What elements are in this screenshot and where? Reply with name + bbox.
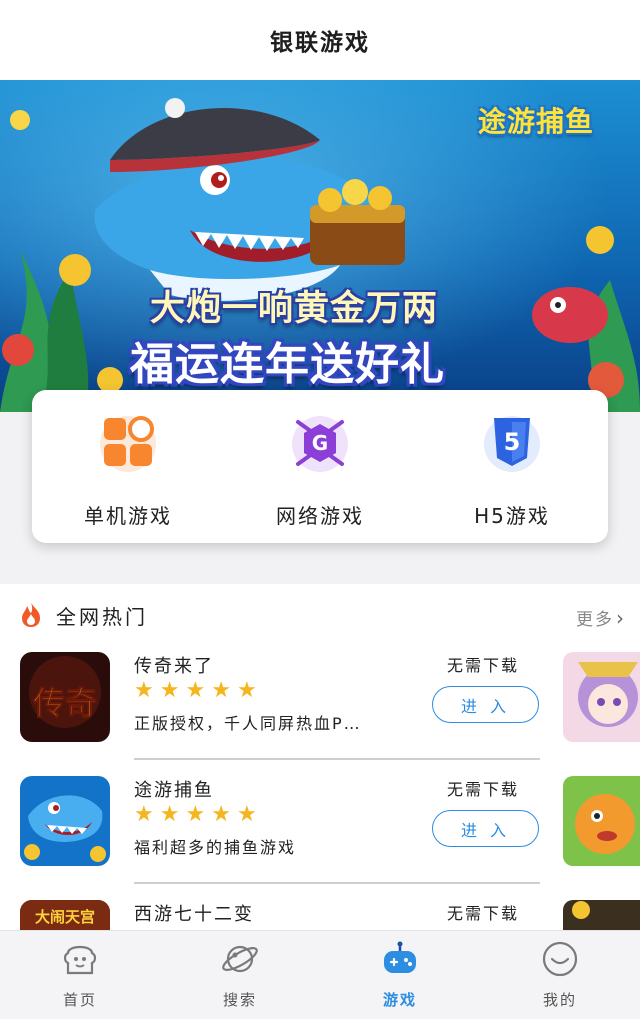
enter-button[interactable]: 进 入 bbox=[432, 686, 539, 723]
banner-slogan-1: 大炮一响黄金万两 bbox=[150, 289, 439, 329]
star-icon: ★ bbox=[211, 678, 231, 703]
g-badge-icon: G bbox=[290, 412, 350, 472]
game-thumbnail[interactable] bbox=[563, 652, 640, 742]
svg-text:5: 5 bbox=[504, 428, 521, 456]
promo-banner[interactable]: 途游捕鱼 大炮一响黄金万两 福运连年送好礼 bbox=[0, 80, 640, 412]
list-item[interactable]: 传奇 传奇来了 ★ ★ ★ ★ ★ 正版授权，千人同屏热血P… 无需下载 进 入 bbox=[0, 642, 640, 766]
page-title: 银联游戏 bbox=[270, 30, 370, 56]
category-card: 单机游戏 G 网络游戏 5 H5游戏 bbox=[32, 390, 608, 543]
star-icon: ★ bbox=[134, 802, 154, 827]
tab-label: 游戏 bbox=[382, 991, 417, 1009]
app-header: 银联游戏 bbox=[0, 0, 640, 80]
svg-text:G: G bbox=[312, 431, 328, 455]
no-download-badge: 无需下载 bbox=[447, 904, 520, 923]
star-icon: ★ bbox=[159, 678, 180, 703]
tab-label: 我的 bbox=[542, 991, 577, 1009]
tab-search[interactable]: 搜索 bbox=[160, 931, 320, 1019]
gamepad-icon bbox=[380, 939, 420, 983]
fire-icon bbox=[18, 600, 44, 632]
rating-stars: ★ ★ ★ ★ ★ bbox=[134, 804, 257, 826]
hot-games-section: 全网热门 更多 › 传奇 传奇来了 ★ ★ ★ ★ ★ 正版授权，千人同屏热血P… bbox=[0, 584, 640, 990]
no-download-badge: 无需下载 bbox=[447, 780, 520, 799]
banner-slogan-2: 福运连年送好礼 bbox=[130, 339, 445, 390]
tab-profile[interactable]: 我的 bbox=[480, 931, 640, 1019]
star-icon: ★ bbox=[185, 678, 206, 703]
category-label: 单机游戏 bbox=[84, 504, 172, 528]
section-header: 全网热门 更多 › bbox=[0, 584, 640, 642]
game-name: 传奇来了 bbox=[134, 656, 214, 677]
game-name: 途游捕鱼 bbox=[134, 780, 214, 801]
divider bbox=[134, 882, 540, 884]
category-label: 网络游戏 bbox=[276, 504, 364, 528]
game-thumbnail[interactable]: 传奇 bbox=[20, 652, 110, 742]
enter-button[interactable]: 进 入 bbox=[432, 810, 539, 847]
list-item[interactable]: 途游捕鱼 ★ ★ ★ ★ ★ 福利超多的捕鱼游戏 无需下载 进 入 bbox=[0, 766, 640, 890]
section-title: 全网热门 bbox=[56, 605, 148, 629]
game-thumbnail[interactable] bbox=[20, 776, 110, 866]
category-label: H5游戏 bbox=[474, 504, 550, 528]
game-description: 福利超多的捕鱼游戏 bbox=[134, 838, 297, 857]
tab-home[interactable]: 首页 bbox=[0, 931, 160, 1019]
game-thumbnail[interactable] bbox=[563, 776, 640, 866]
category-standalone-games[interactable]: 单机游戏 bbox=[32, 390, 224, 543]
more-label: 更多 bbox=[576, 610, 614, 630]
planet-icon bbox=[220, 939, 260, 983]
html5-icon: 5 bbox=[482, 412, 542, 472]
banner-game-logo: 途游捕鱼 bbox=[477, 105, 594, 138]
thumb-title: 传奇 bbox=[32, 684, 97, 722]
category-online-games[interactable]: G 网络游戏 bbox=[224, 390, 416, 543]
home-icon bbox=[60, 939, 100, 983]
tab-games[interactable]: 游戏 bbox=[320, 931, 480, 1019]
category-h5-games[interactable]: 5 H5游戏 bbox=[416, 390, 608, 543]
star-icon: ★ bbox=[134, 678, 154, 703]
game-description: 正版授权，千人同屏热血P… bbox=[134, 714, 362, 733]
star-icon: ★ bbox=[185, 802, 206, 827]
smiley-icon bbox=[540, 939, 580, 983]
no-download-badge: 无需下载 bbox=[447, 656, 520, 675]
star-icon: ★ bbox=[236, 678, 257, 703]
game-name: 西游七十二变 bbox=[134, 904, 254, 925]
chevron-right-icon: › bbox=[616, 605, 626, 630]
thumb-title: 大闹天宫 bbox=[35, 908, 95, 926]
tab-label: 搜索 bbox=[222, 991, 257, 1009]
grid-apps-icon bbox=[98, 412, 158, 472]
rating-stars: ★ ★ ★ ★ ★ bbox=[134, 680, 257, 702]
star-icon: ★ bbox=[211, 802, 231, 827]
bottom-tab-bar: 首页 搜索 游戏 我的 bbox=[0, 930, 640, 1019]
tab-label: 首页 bbox=[62, 991, 97, 1009]
star-icon: ★ bbox=[159, 802, 180, 827]
star-icon: ★ bbox=[236, 802, 257, 827]
divider bbox=[134, 758, 540, 760]
more-link[interactable]: 更多 › bbox=[576, 605, 626, 631]
